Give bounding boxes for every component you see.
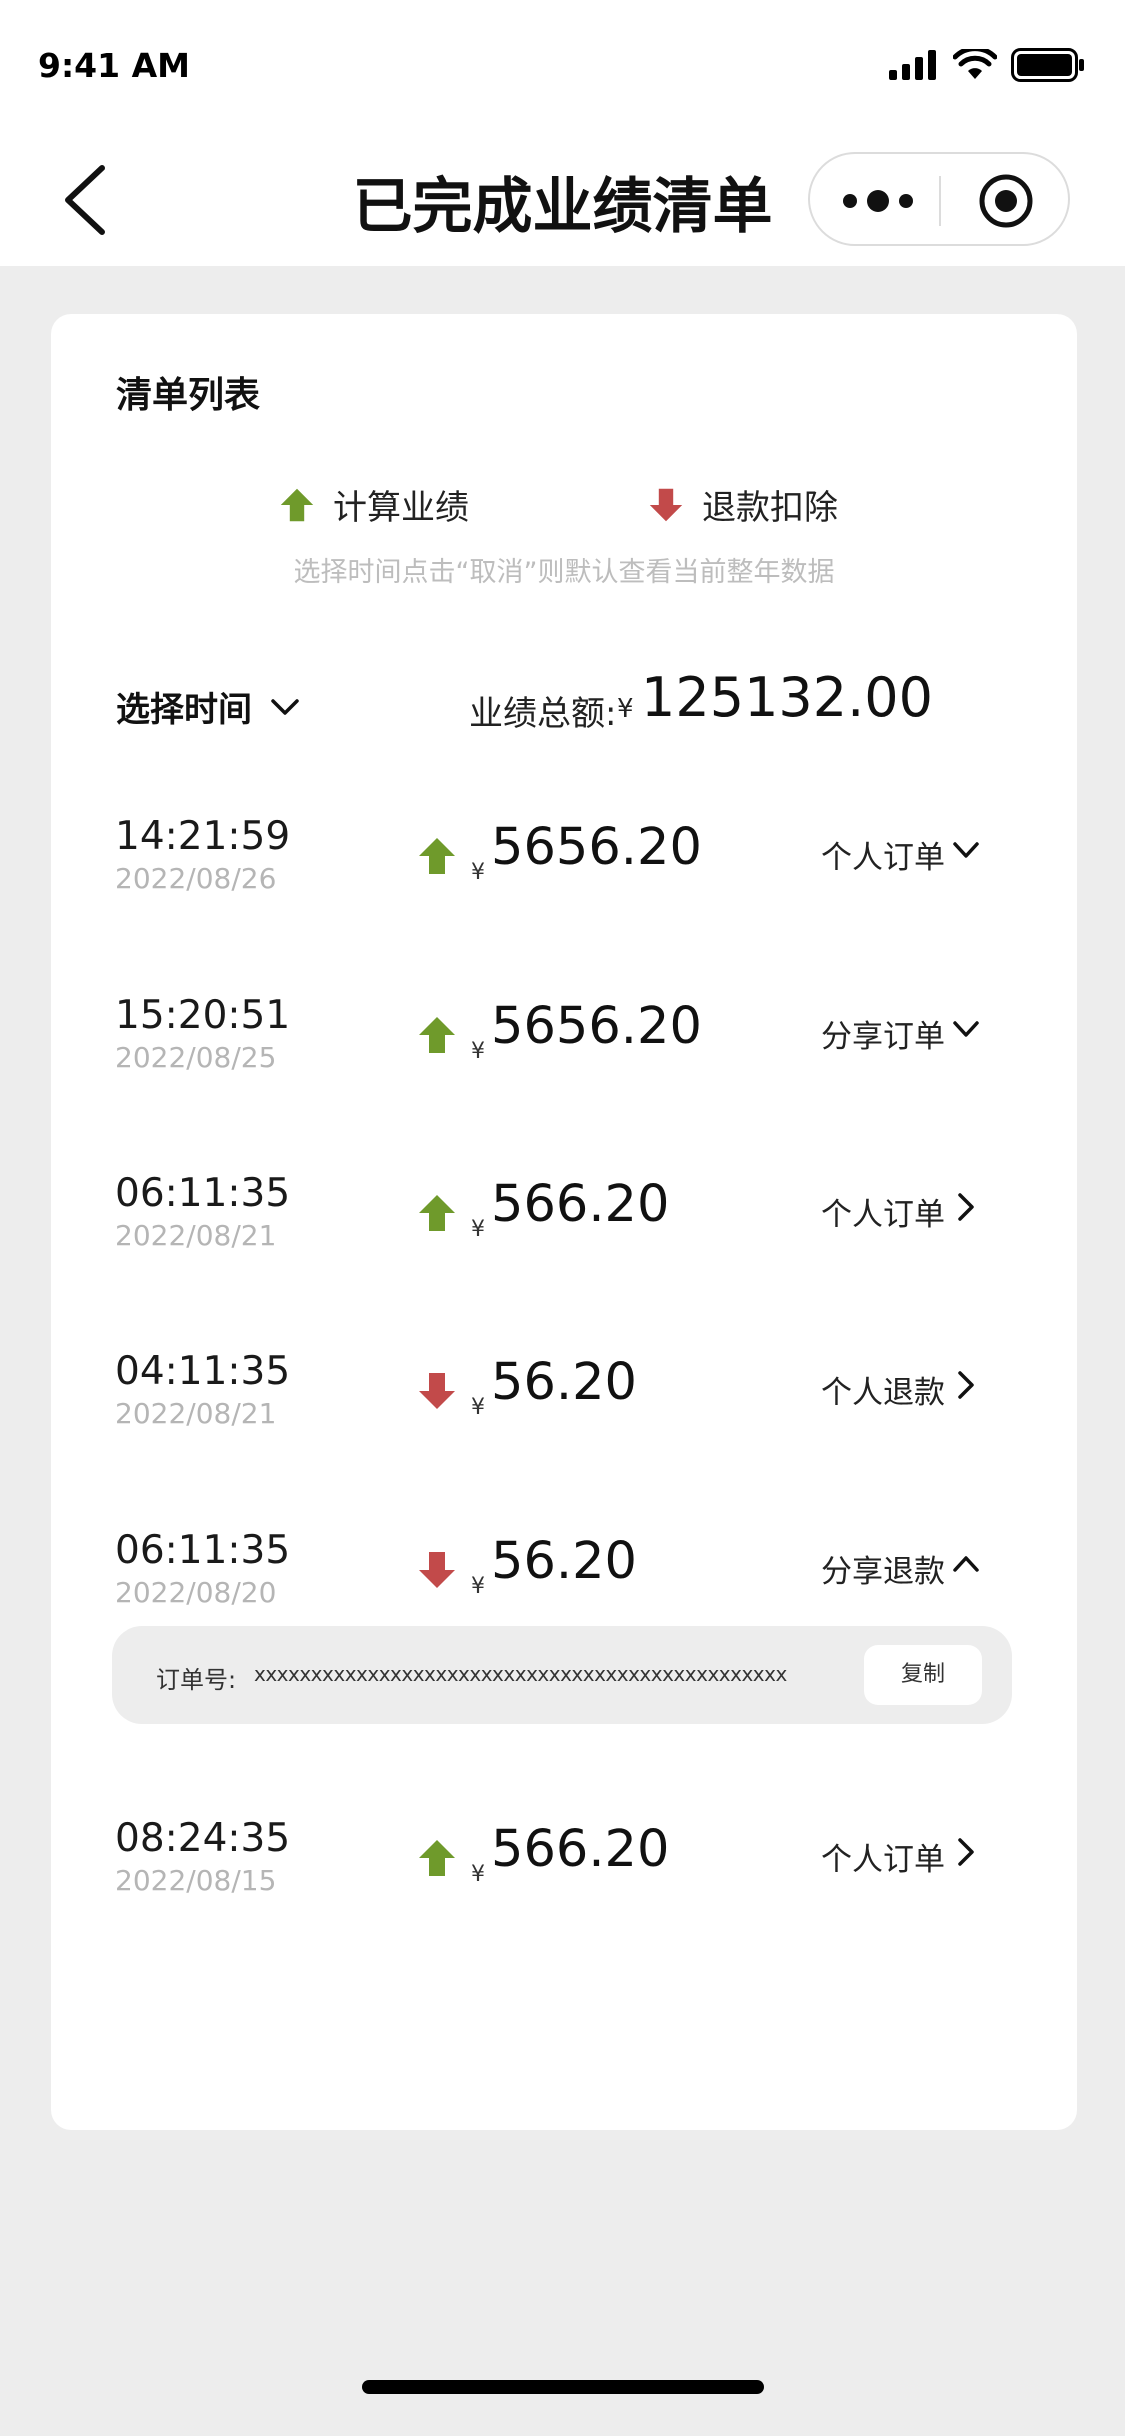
close-target-icon[interactable] xyxy=(978,173,1034,229)
row-time: 14:21:59 xyxy=(115,814,291,859)
list-item[interactable]: 08:24:35 2022/08/15 ¥566.20 个人订单 xyxy=(51,1816,1077,1916)
home-indicator xyxy=(362,2380,764,2394)
arrow-down-icon xyxy=(419,1552,455,1588)
row-date: 2022/08/25 xyxy=(115,1041,277,1074)
legend-down-label: 退款扣除 xyxy=(702,488,838,528)
row-time: 06:11:35 xyxy=(115,1171,291,1216)
row-time: 15:20:51 xyxy=(115,993,291,1038)
arrow-up-icon xyxy=(419,1840,455,1876)
row-currency: ¥ xyxy=(471,860,485,885)
battery-icon xyxy=(1011,48,1084,82)
row-amount: 566.20 xyxy=(491,1820,670,1879)
row-date: 2022/08/20 xyxy=(115,1576,277,1609)
select-time-label: 选择时间 xyxy=(116,690,252,730)
row-date: 2022/08/15 xyxy=(115,1864,277,1897)
order-number-label: 订单号: xyxy=(156,1666,237,1694)
arrow-up-icon xyxy=(280,488,314,521)
row-currency: ¥ xyxy=(471,1862,485,1887)
row-time: 08:24:35 xyxy=(115,1816,291,1861)
list-item[interactable]: 04:11:35 2022/08/21 ¥56.20 个人退款 xyxy=(51,1349,1077,1449)
signal-icon xyxy=(889,50,936,80)
list-item[interactable]: 06:11:35 2022/08/20 ¥56.20 分享退款 xyxy=(51,1528,1077,1628)
chevron-right-icon[interactable] xyxy=(951,1189,981,1225)
row-currency: ¥ xyxy=(471,1574,485,1599)
copy-button[interactable]: 复制 xyxy=(864,1645,982,1705)
chevron-down-icon[interactable] xyxy=(951,1011,981,1047)
capsule-divider xyxy=(939,176,941,226)
wifi-icon xyxy=(953,49,997,79)
total-value: 125132.00 xyxy=(641,666,934,729)
arrow-up-icon xyxy=(419,1017,455,1053)
mini-program-capsule xyxy=(808,152,1070,246)
row-currency: ¥ xyxy=(471,1217,485,1242)
arrow-down-icon xyxy=(419,1373,455,1409)
arrow-up-icon xyxy=(419,1195,455,1231)
row-type[interactable]: 分享订单 xyxy=(821,1011,945,1056)
row-currency: ¥ xyxy=(471,1039,485,1064)
status-bar: 9:41 AM xyxy=(0,0,1125,132)
row-type[interactable]: 分享退款 xyxy=(821,1546,945,1591)
arrow-up-icon xyxy=(419,838,455,874)
nav-bar: 已完成业绩清单 xyxy=(0,132,1125,266)
row-amount: 5656.20 xyxy=(491,997,702,1056)
total-label: 业绩总额: xyxy=(469,694,617,734)
hint-text: 选择时间点击“取消”则默认查看当前整年数据 xyxy=(293,557,835,588)
total-currency: ¥ xyxy=(617,694,634,724)
list-item[interactable]: 14:21:59 2022/08/26 ¥5656.20 个人订单 xyxy=(51,814,1077,914)
row-amount: 5656.20 xyxy=(491,818,702,877)
arrow-down-icon xyxy=(649,488,683,521)
more-icon[interactable] xyxy=(838,181,918,221)
status-time: 9:41 AM xyxy=(38,46,190,85)
row-type[interactable]: 个人订单 xyxy=(821,832,945,877)
select-time-dropdown[interactable]: 选择时间 xyxy=(116,682,300,731)
row-type[interactable]: 个人订单 xyxy=(821,1189,945,1234)
order-detail-panel: 订单号: xxxxxxxxxxxxxxxxxxxxxxxxxxxxxxxxxxx… xyxy=(112,1626,1012,1724)
row-date: 2022/08/21 xyxy=(115,1397,277,1430)
order-number: xxxxxxxxxxxxxxxxxxxxxxxxxxxxxxxxxxxxxxxx… xyxy=(254,1662,787,1686)
row-amount: 56.20 xyxy=(491,1532,638,1591)
status-icons xyxy=(889,48,1085,82)
legend-up: 计算业绩 xyxy=(279,480,469,529)
card-title: 清单列表 xyxy=(116,375,261,416)
row-amount: 56.20 xyxy=(491,1353,638,1412)
row-currency: ¥ xyxy=(471,1395,485,1420)
list-item[interactable]: 06:11:35 2022/08/21 ¥566.20 个人订单 xyxy=(51,1171,1077,1271)
row-date: 2022/08/21 xyxy=(115,1219,277,1252)
chevron-up-icon[interactable] xyxy=(951,1546,981,1582)
row-amount: 566.20 xyxy=(491,1175,670,1234)
chevron-down-icon[interactable] xyxy=(951,832,981,868)
legend-down: 退款扣除 xyxy=(648,480,838,529)
row-time: 06:11:35 xyxy=(115,1528,291,1573)
chevron-down-icon xyxy=(271,698,299,715)
row-date: 2022/08/26 xyxy=(115,862,277,895)
chevron-right-icon[interactable] xyxy=(951,1367,981,1403)
row-time: 04:11:35 xyxy=(115,1349,291,1394)
list-card: 清单列表 计算业绩 退款扣除 选择时间点击“取消”则默认查看当前整年数据 选择时… xyxy=(51,314,1077,2130)
row-type[interactable]: 个人订单 xyxy=(821,1834,945,1879)
legend-up-label: 计算业绩 xyxy=(333,488,469,528)
row-type[interactable]: 个人退款 xyxy=(821,1367,945,1412)
list-item[interactable]: 15:20:51 2022/08/25 ¥5656.20 分享订单 xyxy=(51,993,1077,1093)
chevron-right-icon[interactable] xyxy=(951,1834,981,1870)
